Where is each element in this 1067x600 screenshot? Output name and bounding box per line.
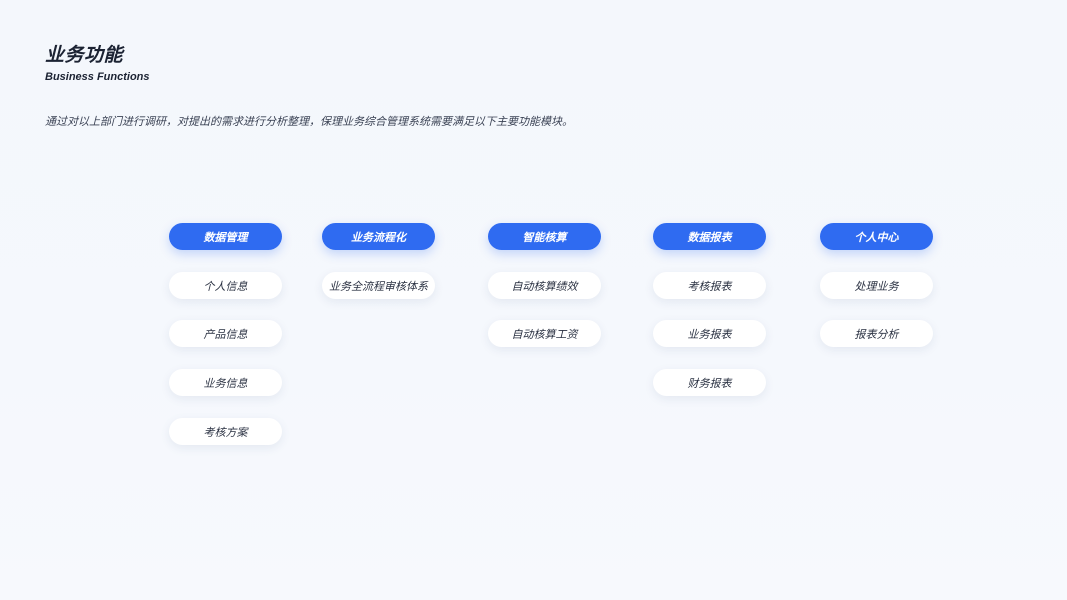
module-header-data-management[interactable]: 数据管理 (169, 223, 282, 250)
module-item[interactable]: 业务信息 (169, 369, 282, 396)
module-grid: 数据管理 个人信息 产品信息 业务信息 考核方案 业务流程化 业务全流程审核体系… (0, 0, 1067, 600)
module-header-smart-accounting[interactable]: 智能核算 (488, 223, 601, 250)
module-header-business-process[interactable]: 业务流程化 (322, 223, 435, 250)
module-header-personal-center[interactable]: 个人中心 (820, 223, 933, 250)
module-item[interactable]: 个人信息 (169, 272, 282, 299)
module-item[interactable]: 自动核算绩效 (488, 272, 601, 299)
module-item[interactable]: 处理业务 (820, 272, 933, 299)
module-item[interactable]: 考核报表 (653, 272, 766, 299)
module-item[interactable]: 产品信息 (169, 320, 282, 347)
module-item[interactable]: 业务全流程审核体系 (322, 272, 435, 299)
module-header-data-reports[interactable]: 数据报表 (653, 223, 766, 250)
module-item[interactable]: 考核方案 (169, 418, 282, 445)
module-item[interactable]: 业务报表 (653, 320, 766, 347)
module-item[interactable]: 自动核算工资 (488, 320, 601, 347)
module-item[interactable]: 财务报表 (653, 369, 766, 396)
module-item[interactable]: 报表分析 (820, 320, 933, 347)
